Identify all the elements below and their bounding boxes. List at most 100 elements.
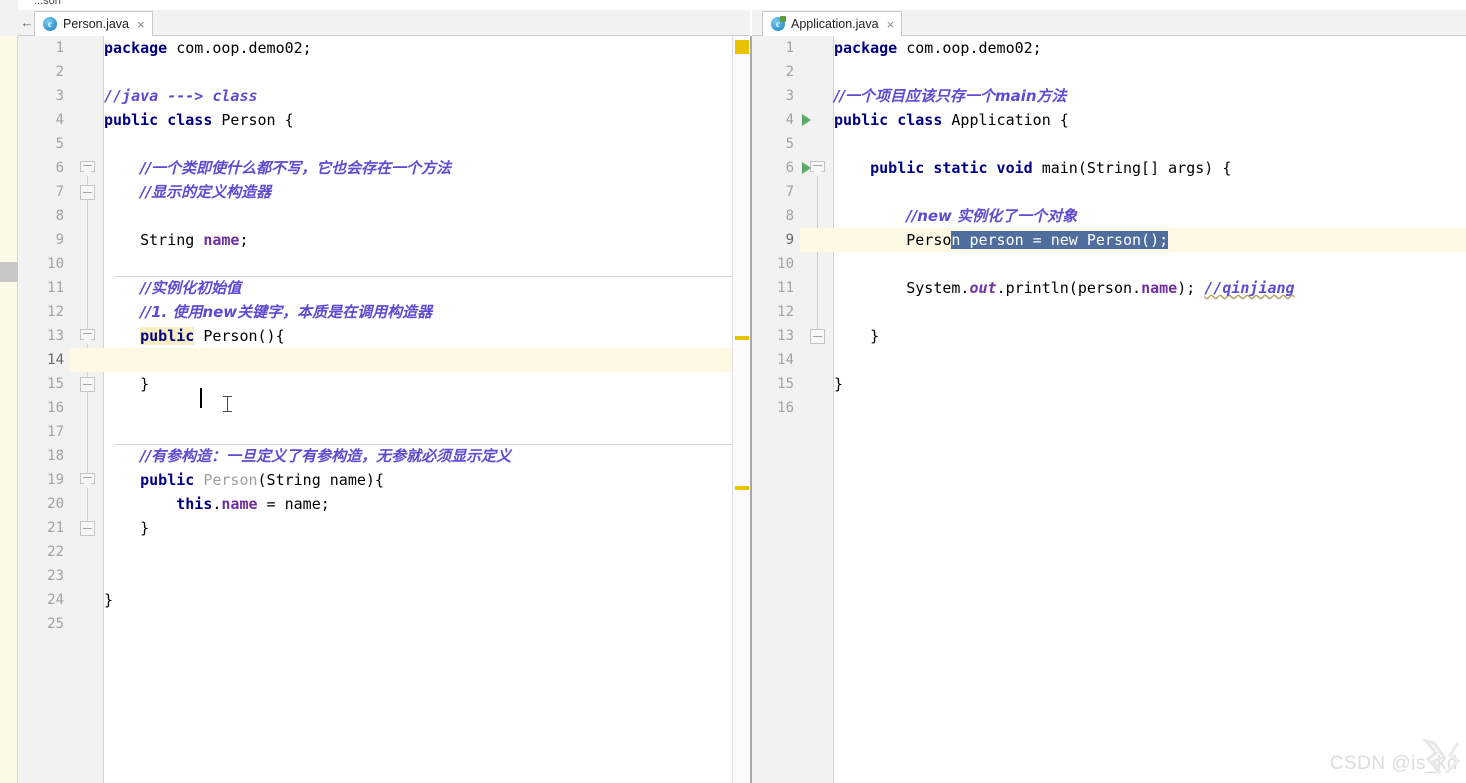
code-token: n person = new Person(); <box>951 231 1169 249</box>
code-line[interactable]: //java ---> class <box>104 84 732 108</box>
code-token: (String name){ <box>257 471 384 489</box>
code-line[interactable] <box>834 180 1466 204</box>
error-stripe-left[interactable] <box>732 36 750 783</box>
code-line[interactable]: this.name = name; <box>104 492 732 516</box>
fold-toggle-icon[interactable] <box>80 161 95 176</box>
code-token: } <box>140 375 150 393</box>
code-line[interactable] <box>834 396 1466 420</box>
error-stripe-marker[interactable] <box>735 40 749 54</box>
code-text-right[interactable]: package com.oop.demo02; //一个项目应该只存一个main方… <box>834 36 1466 783</box>
code-line[interactable]: //有参构造：一旦定义了有参构造，无参就必须显示定义 <box>104 444 732 468</box>
code-line[interactable]: public Person(String name){ <box>104 468 732 492</box>
fold-toggle-icon[interactable] <box>80 473 95 488</box>
fold-connector-line <box>87 166 88 526</box>
back-arrow-icon[interactable]: ← <box>20 15 34 31</box>
left-strip-scroll-thumb[interactable] <box>0 262 18 282</box>
code-line[interactable] <box>104 420 732 444</box>
run-gutter-icon[interactable] <box>802 114 811 126</box>
line-number: 7 <box>785 184 794 200</box>
code-line[interactable] <box>834 300 1466 324</box>
code-token: ); <box>1177 279 1205 297</box>
code-token: //1. 使用new关键字，本质是在调用构造器 <box>140 303 433 321</box>
code-line[interactable]: } <box>834 324 1466 348</box>
fold-toggle-icon[interactable] <box>80 521 95 536</box>
code-line[interactable] <box>834 132 1466 156</box>
fold-toggle-icon[interactable] <box>80 185 95 200</box>
code-line[interactable] <box>834 252 1466 276</box>
error-stripe-marker[interactable] <box>735 486 749 490</box>
code-token: } <box>870 327 880 345</box>
code-line[interactable]: //显示的定义构造器 <box>104 180 732 204</box>
line-number: 4 <box>785 112 794 128</box>
editor-pane-person[interactable]: 1 2 3 4 5 6 7 8 9 10 11 12 13 14 15 16 17 18 19 20 21 22 23 24 2… <box>18 36 750 783</box>
code-line[interactable] <box>104 540 732 564</box>
code-line[interactable] <box>104 60 732 84</box>
code-line[interactable]: System.out.println(person.name); //qinji… <box>834 276 1466 300</box>
code-line[interactable]: package com.oop.demo02; <box>104 36 732 60</box>
code-token: } <box>104 591 114 609</box>
code-line[interactable]: } <box>104 516 732 540</box>
line-number: 3 <box>785 88 794 104</box>
code-line[interactable] <box>104 396 732 420</box>
fold-toggle-icon[interactable] <box>80 329 95 344</box>
line-number: 24 <box>47 592 64 608</box>
tab-person-java[interactable]: c Person.java × <box>34 11 153 36</box>
line-number: 9 <box>785 232 794 248</box>
fold-toggle-icon[interactable] <box>810 329 825 344</box>
code-token: package <box>104 39 168 57</box>
code-token: Application { <box>942 111 1069 129</box>
code-line[interactable]: public class Person { <box>104 108 732 132</box>
line-number: 25 <box>47 616 64 632</box>
code-line[interactable] <box>834 60 1466 84</box>
code-line[interactable]: public class Application { <box>834 108 1466 132</box>
line-number: 20 <box>47 496 64 512</box>
line-number: 1 <box>55 40 64 56</box>
code-line[interactable]: Person person = new Person(); <box>834 228 1466 252</box>
code-line[interactable]: //一个类即使什么都不写，它也会存在一个方法 <box>104 156 732 180</box>
code-line[interactable] <box>104 348 732 372</box>
code-line[interactable]: public Person(){ <box>104 324 732 348</box>
watermark-logo-icon <box>1422 739 1461 775</box>
line-number: 6 <box>785 160 794 176</box>
line-number: 12 <box>777 304 794 320</box>
code-line[interactable] <box>834 348 1466 372</box>
code-line[interactable] <box>104 132 732 156</box>
left-toolwindow-strip[interactable] <box>0 0 18 783</box>
code-line[interactable]: package com.oop.demo02; <box>834 36 1466 60</box>
code-line[interactable]: //实例化初始值 <box>104 276 732 300</box>
code-line[interactable]: String name; <box>104 228 732 252</box>
editor-pane-application[interactable]: 1 2 3 4 5 6 7 8 9 10 11 12 13 14 15 16 package com.oop.… <box>752 36 1466 783</box>
tab-application-java[interactable]: c Application.java × <box>762 11 903 36</box>
code-line[interactable]: //一个项目应该只存一个main方法 <box>834 84 1466 108</box>
line-number: 23 <box>47 568 64 584</box>
fold-toggle-icon[interactable] <box>810 161 825 176</box>
tab-label: Person.java <box>63 17 130 31</box>
mouse-ibeam-cursor <box>223 396 232 412</box>
code-line[interactable] <box>104 612 732 636</box>
code-line[interactable] <box>104 204 732 228</box>
code-line[interactable]: //1. 使用new关键字，本质是在调用构造器 <box>104 300 732 324</box>
fold-column-right[interactable] <box>800 36 834 783</box>
code-line[interactable]: } <box>834 372 1466 396</box>
code-line[interactable]: public static void main(String[] args) { <box>834 156 1466 180</box>
code-token: //有参构造：一旦定义了有参构造，无参就必须显示定义 <box>140 447 512 465</box>
close-icon[interactable]: × <box>887 18 895 31</box>
gutter-right[interactable]: 1 2 3 4 5 6 7 8 9 10 11 12 13 14 15 16 <box>752 36 834 783</box>
line-numbers-right: 1 2 3 4 5 6 7 8 9 10 11 12 13 14 15 16 <box>752 36 800 420</box>
code-token: public <box>140 471 195 489</box>
code-line[interactable]: } <box>104 372 732 396</box>
code-line[interactable]: } <box>104 588 732 612</box>
gutter-left[interactable]: 1 2 3 4 5 6 7 8 9 10 11 12 13 14 15 16 17 18 19 20 21 22 23 24 2… <box>18 36 104 783</box>
close-icon[interactable]: × <box>137 18 145 31</box>
fold-toggle-icon[interactable] <box>80 377 95 392</box>
run-gutter-icon[interactable] <box>802 162 811 174</box>
code-line[interactable] <box>104 252 732 276</box>
error-stripe-marker[interactable] <box>735 336 749 340</box>
line-number: 10 <box>777 256 794 272</box>
code-token: com.oop.demo02; <box>897 39 1042 57</box>
fold-column-left[interactable] <box>70 36 104 783</box>
code-text-left[interactable]: package com.oop.demo02; //java ---> class… <box>104 36 732 783</box>
code-line[interactable] <box>104 564 732 588</box>
code-token: } <box>834 375 844 393</box>
code-line[interactable]: //new 实例化了一个对象 <box>834 204 1466 228</box>
